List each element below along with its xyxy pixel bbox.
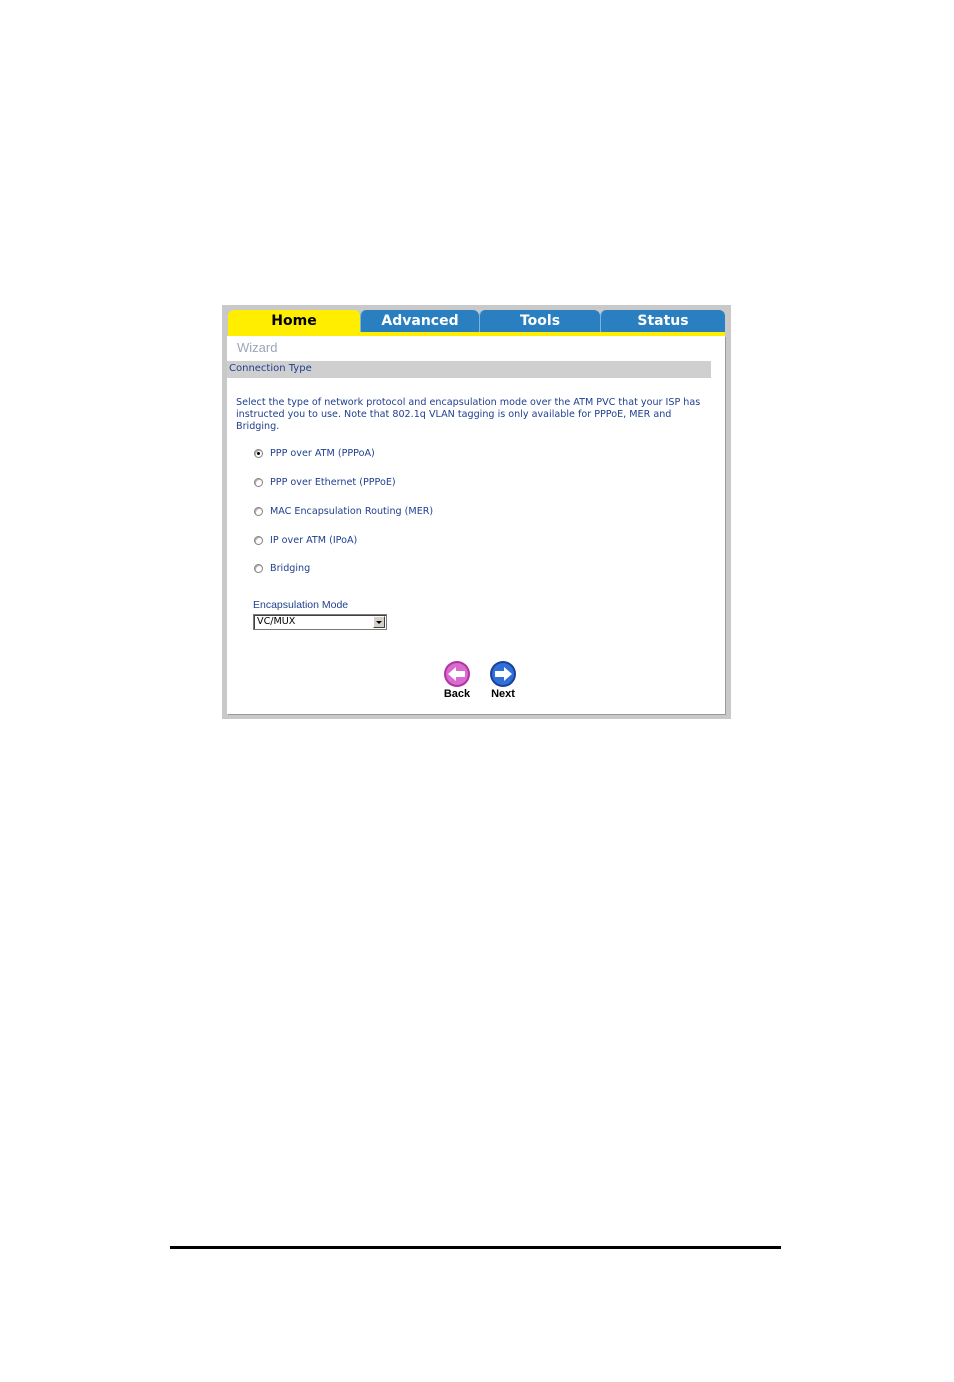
option-label: MAC Encapsulation Routing (MER) [270, 505, 434, 517]
next-label: Next [491, 688, 515, 700]
option-mer[interactable]: MAC Encapsulation Routing (MER) [254, 504, 433, 518]
option-label: IP over ATM (IPoA) [270, 534, 358, 546]
tab-advanced[interactable]: Advanced [360, 310, 479, 332]
option-label: PPP over Ethernet (PPPoE) [270, 476, 396, 488]
section-title: Connection Type [229, 363, 312, 374]
option-pppoa[interactable]: PPP over ATM (PPPoA) [254, 446, 375, 460]
radio-mer[interactable] [254, 506, 263, 516]
router-ui-frame: Home Advanced Tools Status Wizard Connec… [222, 305, 731, 719]
radio-bridging[interactable] [254, 563, 263, 573]
encapsulation-mode-label: Encapsulation Mode [253, 599, 349, 611]
next-arrow-icon [490, 661, 516, 687]
back-arrow-icon [444, 661, 470, 687]
tab-tools[interactable]: Tools [479, 310, 600, 332]
wizard-panel: Wizard Connection Type Select the type o… [227, 336, 725, 714]
option-ipoa[interactable]: IP over ATM (IPoA) [254, 533, 357, 547]
tab-home[interactable]: Home [228, 310, 360, 332]
instructions-text: Select the type of network protocol and … [236, 397, 701, 432]
chevron-down-icon[interactable] [373, 616, 385, 628]
option-label: Bridging [270, 562, 311, 574]
option-pppoe[interactable]: PPP over Ethernet (PPPoE) [254, 475, 396, 489]
radio-ipoa[interactable] [254, 535, 263, 545]
option-bridging[interactable]: Bridging [254, 561, 310, 575]
option-label: PPP over ATM (PPPoA) [270, 447, 375, 459]
radio-pppoa[interactable] [254, 448, 263, 458]
footer-rule [170, 1246, 781, 1249]
back-label: Back [443, 688, 471, 700]
next-button[interactable]: Next [486, 660, 520, 700]
section-header: Connection Type [227, 361, 711, 378]
radio-pppoe[interactable] [254, 477, 263, 487]
tab-status[interactable]: Status [600, 310, 725, 332]
main-tabs: Home Advanced Tools Status [228, 310, 725, 336]
encapsulation-mode-select[interactable]: VC/MUX [253, 614, 387, 630]
page-title: Wizard [237, 340, 278, 355]
select-value: VC/MUX [257, 616, 296, 627]
back-button[interactable]: Back [440, 660, 474, 700]
